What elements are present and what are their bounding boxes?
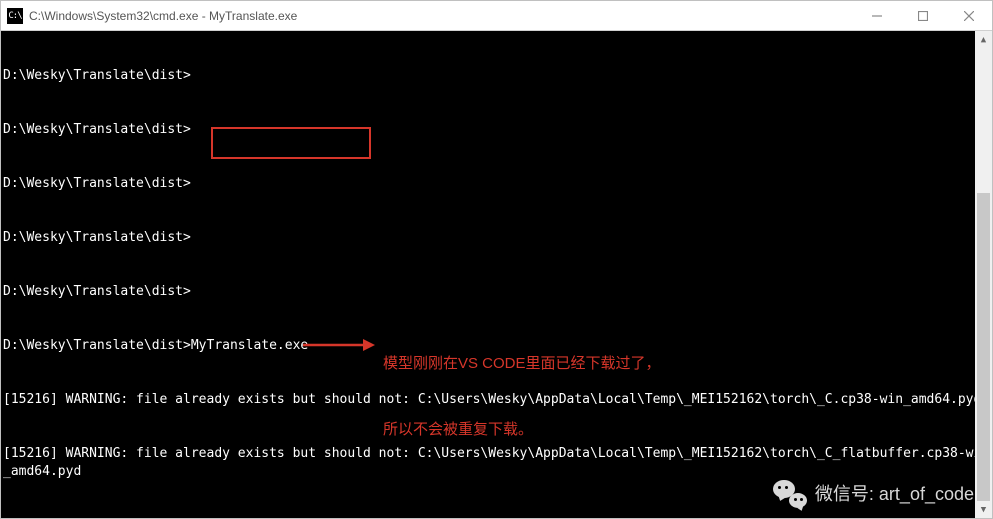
window-controls	[854, 1, 992, 30]
prompt-line: D:\Wesky\Translate\dist>	[3, 175, 990, 193]
annotation-line: 所以不会被重复下载。	[383, 419, 661, 441]
scroll-track[interactable]	[975, 48, 992, 501]
terminal-area[interactable]: D:\Wesky\Translate\dist> D:\Wesky\Transl…	[1, 31, 992, 518]
prompt-line: D:\Wesky\Translate\dist>	[3, 67, 990, 85]
annotation-line: 模型刚刚在VS CODE里面已经下载过了，	[383, 353, 661, 375]
prompt-line: D:\Wesky\Translate\dist>MyTranslate.exe	[3, 337, 990, 355]
prompt-line: D:\Wesky\Translate\dist>	[3, 229, 990, 247]
titlebar[interactable]: C:\ C:\Windows\System32\cmd.exe - MyTran…	[1, 1, 992, 31]
scroll-down-button[interactable]: ▼	[975, 501, 992, 518]
maximize-button[interactable]	[900, 1, 946, 30]
blank-line	[3, 517, 990, 518]
watermark-label: 微信号: art_of_code	[815, 485, 974, 503]
warning-line: [15216] WARNING: file already exists but…	[3, 445, 990, 481]
scroll-up-button[interactable]: ▲	[975, 31, 992, 48]
vertical-scrollbar[interactable]: ▲ ▼	[975, 31, 992, 518]
scroll-thumb[interactable]	[977, 193, 990, 501]
close-button[interactable]	[946, 1, 992, 30]
warning-line: [15216] WARNING: file already exists but…	[3, 391, 990, 409]
cmd-icon: C:\	[7, 8, 23, 24]
minimize-button[interactable]	[854, 1, 900, 30]
prompt-line: D:\Wesky\Translate\dist>	[3, 121, 990, 139]
wechat-icon	[773, 480, 807, 508]
window-frame: C:\ C:\Windows\System32\cmd.exe - MyTran…	[0, 0, 993, 519]
prompt-line: D:\Wesky\Translate\dist>	[3, 283, 990, 301]
watermark: 微信号: art_of_code	[773, 480, 974, 508]
window-title: C:\Windows\System32\cmd.exe - MyTranslat…	[29, 9, 854, 23]
